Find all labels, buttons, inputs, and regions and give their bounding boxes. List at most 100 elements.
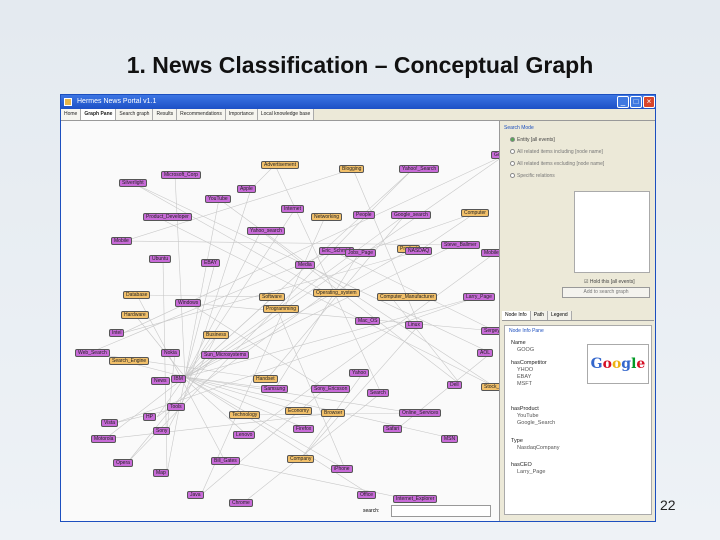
graph-edge: [184, 376, 372, 496]
graph-node[interactable]: IBM: [171, 375, 186, 383]
radio-specific-relations[interactable]: Specific relations: [510, 173, 555, 179]
graph-node[interactable]: Ubuntu: [149, 255, 172, 263]
graph-node[interactable]: Sony_Ericsson: [311, 385, 351, 393]
graph-node[interactable]: Economy: [285, 407, 312, 415]
graph-node[interactable]: Office: [357, 491, 376, 499]
graph-node[interactable]: Silverlight: [119, 179, 147, 187]
graph-node[interactable]: Operating_system: [313, 289, 360, 297]
graph-node[interactable]: Online_Services: [399, 409, 442, 417]
graph-node[interactable]: AOL: [477, 349, 494, 357]
radio-related-including[interactable]: All related items including [node name]: [510, 149, 603, 155]
graph-node[interactable]: Search: [367, 389, 389, 397]
graph-node[interactable]: News: [151, 377, 170, 385]
graph-node[interactable]: Internet_Explorer: [393, 495, 438, 503]
graph-node[interactable]: Safari: [383, 425, 403, 433]
graph-canvas[interactable]: Microsoft_Corp Advertisement Blogging Yahoo…: [61, 121, 499, 521]
search-input[interactable]: [391, 505, 491, 517]
graph-node[interactable]: Mobile: [111, 237, 132, 245]
search-mode-title: Search Mode: [504, 125, 534, 131]
graph-node[interactable]: Computer: [461, 209, 489, 217]
graph-node[interactable]: Java: [187, 491, 204, 499]
graph-node[interactable]: Opera: [113, 459, 133, 467]
graph-node[interactable]: Sun_Microsystems: [201, 351, 250, 359]
tab-home[interactable]: Home: [61, 109, 82, 120]
graph-node[interactable]: Motorola: [91, 435, 117, 443]
graph-node[interactable]: Product_Developer: [143, 213, 192, 221]
maximize-button[interactable]: □: [630, 96, 642, 108]
tab-importance[interactable]: Importance: [225, 109, 258, 120]
graph-node[interactable]: Sony: [153, 427, 171, 435]
graph-node[interactable]: Bill_Gates: [211, 457, 240, 465]
window-title: Hermes News Portal v1.1: [77, 98, 157, 105]
graph-node[interactable]: Blogging: [339, 165, 365, 173]
graph-node[interactable]: Tools: [167, 403, 185, 411]
graph-node[interactable]: Nokia: [161, 349, 180, 357]
graph-node[interactable]: Search_Engine: [109, 357, 150, 365]
graph-node[interactable]: Mac_OS: [355, 317, 381, 325]
graph-node[interactable]: EBAY: [201, 259, 220, 267]
prop-ceo-value: Larry_Page: [517, 469, 546, 475]
graph-node[interactable]: YouTube: [205, 195, 231, 203]
tab-recommendations[interactable]: Recommendations: [177, 109, 226, 120]
graph-node[interactable]: Dell: [447, 381, 462, 389]
graph-node[interactable]: Map: [153, 469, 169, 477]
graph-node[interactable]: Firefox: [293, 425, 315, 433]
graph-node[interactable]: Advertisement: [261, 161, 299, 169]
graph-node[interactable]: Windows: [175, 299, 202, 307]
graph-node[interactable]: Yahoo!_Search: [399, 165, 440, 173]
hold-checkbox[interactable]: ☑ Hold this [all events]: [584, 279, 635, 285]
graph-node[interactable]: Yahoo_search: [247, 227, 285, 235]
graph-node[interactable]: Mobile_phones: [481, 249, 499, 257]
graph-node[interactable]: Browser: [321, 409, 346, 417]
graph-node[interactable]: Company: [287, 455, 315, 463]
graph-node[interactable]: Media: [295, 261, 315, 269]
graph-node[interactable]: Hardware: [121, 311, 149, 319]
graph-node[interactable]: Computer_Manufacturer: [377, 293, 438, 301]
radio-related-excluding[interactable]: All related items excluding [node name]: [510, 161, 604, 167]
graph-node[interactable]: Business: [203, 331, 230, 339]
tab-results[interactable]: Results: [153, 109, 178, 120]
graph-node[interactable]: Database: [123, 291, 151, 299]
graph-node[interactable]: Jobs_Page: [345, 249, 377, 257]
graph-node[interactable]: Larry_Page: [463, 293, 495, 301]
graph-node[interactable]: NASDAQ: [405, 247, 433, 255]
tab-graph-pane[interactable]: Graph Pane: [81, 109, 117, 120]
graph-node[interactable]: HP: [143, 413, 156, 421]
graph-node[interactable]: Technology: [229, 411, 261, 419]
graph-node[interactable]: Networking: [311, 213, 343, 221]
minimize-button[interactable]: _: [617, 96, 629, 108]
graph-node[interactable]: Vista: [101, 419, 119, 427]
tab-search-graph[interactable]: Search graph: [116, 109, 154, 120]
graph-node[interactable]: Linux: [405, 321, 423, 329]
graph-node[interactable]: iPhone: [331, 465, 353, 473]
node-info-pane: Node Info Pane Name GOOG hasCompetitor Y…: [504, 325, 652, 515]
tab-path[interactable]: Path: [530, 311, 548, 320]
graph-node[interactable]: Handset: [253, 375, 278, 383]
tab-local-knowledge-base[interactable]: Local knowledge base: [257, 109, 315, 120]
tab-node-info[interactable]: Node Info: [502, 311, 531, 320]
graph-node[interactable]: MSN: [441, 435, 459, 443]
add-to-search-graph-button[interactable]: Add to search graph: [562, 287, 650, 298]
graph-node[interactable]: Chrome: [229, 499, 253, 507]
graph-node[interactable]: Web_Search: [75, 349, 110, 357]
graph-node[interactable]: Stock_Exchange: [481, 383, 499, 391]
graph-node[interactable]: Intel: [109, 329, 125, 337]
graph-node[interactable]: Apple: [237, 185, 256, 193]
tab-legend[interactable]: Legend: [547, 311, 572, 320]
graph-node[interactable]: Microsoft_Corp: [161, 171, 201, 179]
graph-node[interactable]: Software: [259, 293, 285, 301]
radio-entity[interactable]: Entity [all events]: [510, 137, 555, 143]
close-button[interactable]: ×: [643, 96, 655, 108]
graph-node[interactable]: Google: [491, 151, 499, 159]
graph-node[interactable]: Yahoo: [349, 369, 370, 377]
relations-list[interactable]: [574, 191, 650, 273]
graph-node[interactable]: Programming: [263, 305, 300, 313]
graph-node[interactable]: Samsung: [261, 385, 289, 393]
graph-node[interactable]: Sergey_Brin: [481, 327, 499, 335]
window-titlebar[interactable]: Hermes News Portal v1.1 _ □ ×: [61, 95, 655, 109]
graph-node[interactable]: Google_search: [391, 211, 431, 219]
graph-node[interactable]: Internet: [281, 205, 304, 213]
graph-node[interactable]: Steve_Ballmer: [441, 241, 480, 249]
graph-node[interactable]: Lenovo: [233, 431, 256, 439]
graph-node[interactable]: People: [353, 211, 375, 219]
